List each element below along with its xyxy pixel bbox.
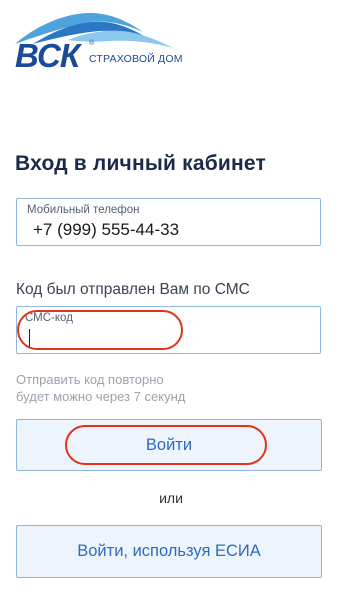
- or-separator: или: [159, 490, 183, 506]
- phone-field-label: Мобильный телефон: [27, 204, 140, 216]
- page-title: Вход в личный кабинет: [15, 152, 266, 175]
- vsk-logo: ВСК ® СТРАХОВОЙ ДОМ: [13, 10, 203, 74]
- logo-registered-mark: ®: [89, 40, 95, 47]
- resend-line-2: будет можно через 7 секунд: [16, 389, 186, 404]
- logo-letters: ВСК: [15, 37, 80, 74]
- logo-subtitle: СТРАХОВОЙ ДОМ: [89, 53, 183, 65]
- phone-field[interactable]: Мобильный телефон +7 (999) 555-44-33: [16, 198, 321, 246]
- sms-sent-hint: Код был отправлен Вам по СМС: [16, 281, 250, 298]
- login-button-highlight: [65, 425, 267, 465]
- resend-timer-text: Отправить код повторно будет можно через…: [16, 371, 185, 405]
- resend-line-1: Отправить код повторно: [16, 372, 164, 387]
- esia-login-button[interactable]: Войти, используя ЕСИА: [16, 525, 322, 578]
- sms-field-highlight: [17, 310, 183, 350]
- phone-field-value[interactable]: +7 (999) 555-44-33: [33, 220, 179, 240]
